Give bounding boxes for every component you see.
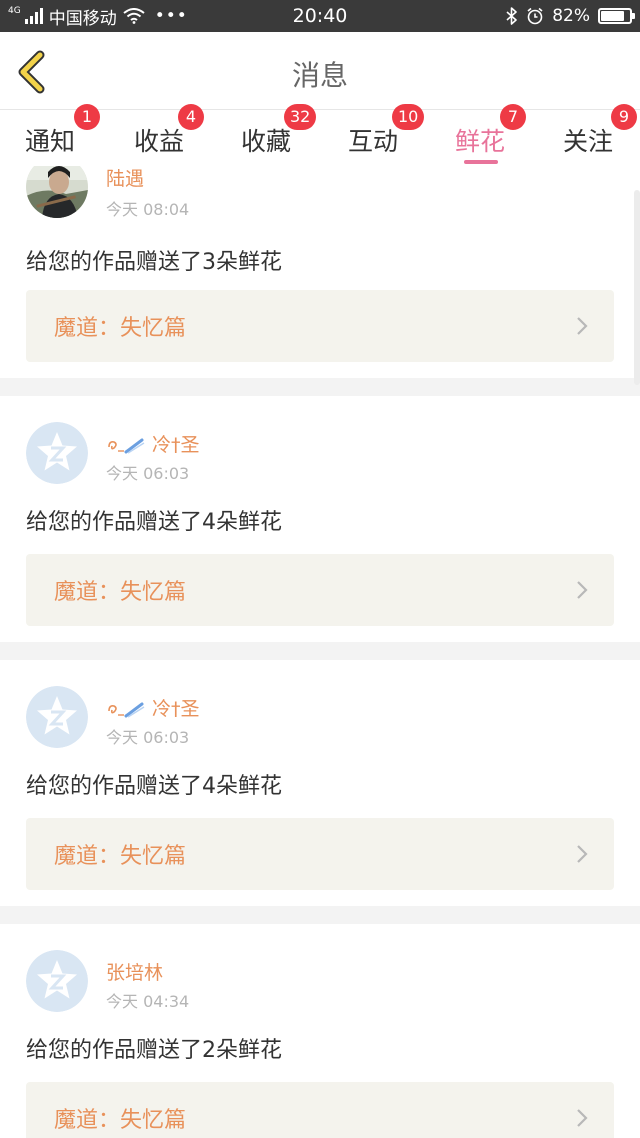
- work-link[interactable]: 魔道：失忆篇: [26, 818, 614, 890]
- flower-message-card: 张培林 今天 04:34 给您的作品赠送了2朵鲜花 魔道：失忆篇: [0, 924, 640, 1138]
- tab-badge: 1: [74, 104, 100, 130]
- scrollbar[interactable]: [634, 190, 640, 385]
- battery-percent: 82%: [552, 6, 590, 26]
- user-name-text: 冷†圣: [152, 434, 200, 456]
- flower-message-card: 冷†圣 今天 06:03 给您的作品赠送了4朵鲜花 魔道：失忆篇: [0, 660, 640, 906]
- user-name[interactable]: 冷†圣: [106, 430, 200, 457]
- message-feed[interactable]: 陆遇 今天 08:04 给您的作品赠送了3朵鲜花 魔道：失忆篇 冷†圣 今天 0…: [0, 166, 640, 1138]
- chevron-right-icon: [577, 1109, 588, 1127]
- user-photo-avatar: [26, 166, 88, 218]
- tab-badge: 4: [178, 104, 204, 130]
- tab-badge: 32: [284, 104, 317, 130]
- message-text: 给您的作品赠送了3朵鲜花: [26, 250, 282, 275]
- tab-bar: 通知 1 收益 4 收藏 32 互动 10 鲜花 7 关注 9: [0, 104, 640, 166]
- page-title: 消息: [291, 59, 348, 92]
- default-avatar-icon: [26, 422, 88, 484]
- battery-fill: [601, 11, 624, 21]
- tab-label: 收藏: [241, 127, 292, 156]
- tab-following[interactable]: 关注 9: [563, 104, 637, 166]
- default-avatar-icon: [26, 686, 88, 748]
- tab-notifications[interactable]: 通知 1: [25, 104, 100, 166]
- avatar[interactable]: [26, 686, 88, 748]
- message-text: 给您的作品赠送了4朵鲜花: [26, 510, 282, 535]
- battery-icon: [598, 8, 635, 24]
- tab-favorites[interactable]: 收藏 32: [241, 104, 317, 166]
- status-right: 82%: [506, 0, 635, 32]
- user-name[interactable]: 冷†圣: [106, 694, 200, 721]
- tab-label: 鲜花: [455, 127, 506, 156]
- work-title: 魔道：失忆篇: [54, 316, 187, 341]
- work-title: 魔道：失忆篇: [54, 580, 187, 605]
- tab-label: 通知: [25, 127, 76, 156]
- chevron-right-icon: [577, 317, 588, 335]
- tab-interactions[interactable]: 互动 10: [348, 104, 425, 166]
- tab-earnings[interactable]: 收益 4: [134, 104, 204, 166]
- active-tab-indicator: [464, 160, 498, 164]
- message-time: 今天 06:03: [106, 464, 190, 483]
- bluetooth-icon: [506, 7, 518, 25]
- header: 消息: [0, 32, 640, 110]
- card-separator: [0, 906, 640, 924]
- user-title-icon: [108, 702, 145, 718]
- user-name[interactable]: 张培林: [106, 958, 163, 985]
- message-text: 给您的作品赠送了2朵鲜花: [26, 1038, 282, 1063]
- user-name-text: 冷†圣: [152, 698, 200, 720]
- tab-label: 关注: [563, 127, 614, 156]
- flower-message-card: 陆遇 今天 08:04 给您的作品赠送了3朵鲜花 魔道：失忆篇: [0, 166, 640, 378]
- user-title-icon: [108, 438, 145, 454]
- work-title: 魔道：失忆篇: [54, 1108, 187, 1133]
- message-time: 今天 04:34: [106, 992, 190, 1011]
- tab-badge: 10: [392, 104, 425, 130]
- tab-badge: 7: [500, 104, 526, 130]
- app-screen: 4G 中国移动 ••• 20:40 82% 消息 通知 1 收益 4 收藏 32…: [0, 0, 640, 1138]
- card-separator: [0, 642, 640, 660]
- card-separator: [0, 378, 640, 396]
- work-link[interactable]: 魔道：失忆篇: [26, 1082, 614, 1138]
- tab-flowers[interactable]: 鲜花 7: [455, 104, 526, 166]
- work-title: 魔道：失忆篇: [54, 844, 187, 869]
- work-link[interactable]: 魔道：失忆篇: [26, 554, 614, 626]
- tab-label: 互动: [348, 127, 399, 156]
- chevron-right-icon: [577, 845, 588, 863]
- flower-message-card: 冷†圣 今天 06:03 给您的作品赠送了4朵鲜花 魔道：失忆篇: [0, 396, 640, 642]
- message-time: 今天 06:03: [106, 728, 190, 747]
- avatar[interactable]: [26, 166, 88, 218]
- default-avatar-icon: [26, 950, 88, 1012]
- work-link[interactable]: 魔道：失忆篇: [26, 290, 614, 362]
- alarm-icon: [527, 7, 543, 25]
- chevron-right-icon: [577, 581, 588, 599]
- user-name[interactable]: 陆遇: [106, 166, 144, 191]
- message-time: 今天 08:04: [106, 200, 190, 219]
- avatar[interactable]: [26, 950, 88, 1012]
- avatar[interactable]: [26, 422, 88, 484]
- tab-label: 收益: [134, 127, 185, 156]
- tab-badge: 9: [611, 104, 637, 130]
- status-bar: 4G 中国移动 ••• 20:40 82%: [0, 0, 640, 32]
- message-text: 给您的作品赠送了4朵鲜花: [26, 774, 282, 799]
